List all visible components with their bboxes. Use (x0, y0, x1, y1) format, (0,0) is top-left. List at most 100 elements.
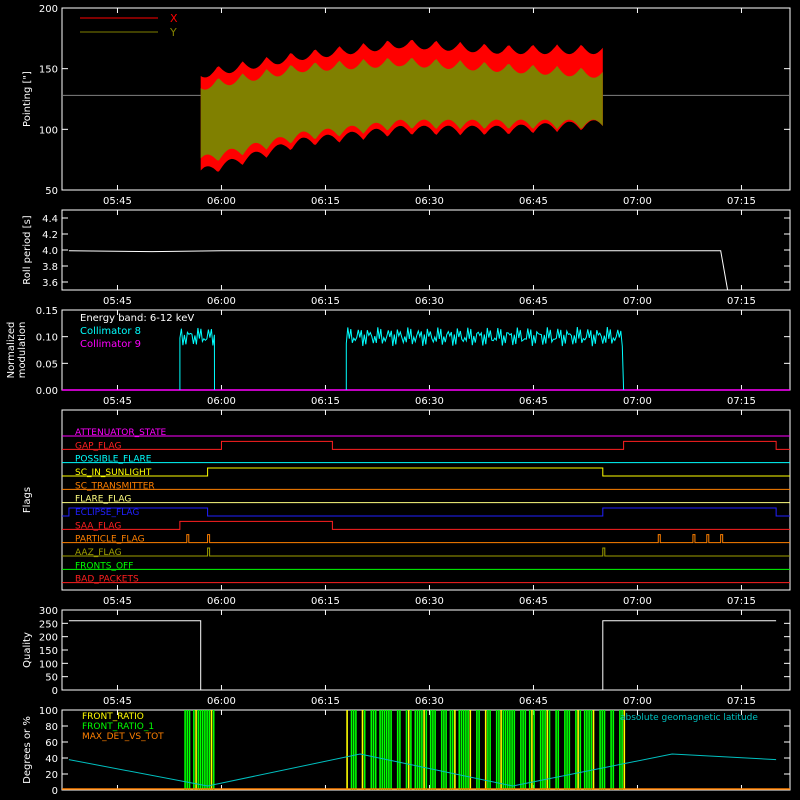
y-tick-label: 0.05 (36, 359, 58, 370)
y-tick-label: 4.2 (42, 230, 58, 241)
x-tick-label: 07:15 (727, 196, 756, 207)
x-tick-label: 06:00 (207, 296, 236, 307)
front-ratio-bar (449, 710, 452, 790)
front-ratio-bar (379, 710, 381, 790)
front-ratio-bar (383, 710, 386, 790)
front-ratio-bar (469, 710, 472, 790)
y-axis-label: Flags (22, 487, 33, 513)
y-axis-label: Quality (22, 632, 33, 668)
front-ratio-bar (451, 710, 454, 790)
front-ratio-bar (460, 710, 463, 790)
y-axis-label: modulation (17, 322, 28, 379)
y-tick-label: 0.15 (36, 306, 58, 317)
front-ratio-bar (363, 710, 366, 790)
front-ratio-bar (462, 710, 465, 790)
front-ratio-bar (555, 710, 557, 790)
front-ratio-bar (592, 710, 595, 790)
y-tick-label: 4.0 (42, 246, 58, 257)
x-tick-label: 06:00 (207, 396, 236, 407)
front-ratio-bar (423, 710, 425, 790)
x-tick-label: 07:00 (623, 596, 652, 607)
front-ratio-bar (208, 710, 211, 790)
x-tick-label: 05:45 (103, 196, 132, 207)
front-ratio-bar (410, 710, 412, 790)
y-tick-label: 0 (52, 786, 58, 797)
x-tick-label: 06:45 (519, 596, 548, 607)
collimator8-segment (179, 327, 215, 391)
front-ratio-bar (355, 710, 357, 790)
front-ratio-bar (612, 710, 615, 790)
legend-collimator9: Collimator 9 (80, 339, 141, 350)
front-ratio-bar (531, 710, 533, 790)
y-tick-label: 3.6 (42, 278, 58, 289)
front-ratio-bar (599, 710, 601, 790)
front-ratio-bar (544, 710, 546, 790)
front-ratio-bar (210, 710, 213, 790)
front-ratio-bar (509, 710, 511, 790)
front-ratio-bar (443, 710, 445, 790)
y-tick-label: 200 (39, 633, 58, 644)
front-ratio-bar (193, 710, 195, 790)
y-tick-label: 40 (45, 754, 58, 765)
front-ratio-bar (467, 710, 469, 790)
front-ratio-bar (610, 710, 612, 790)
front-ratio-bar (568, 710, 571, 790)
y-tick-label: 250 (39, 619, 58, 630)
front-ratio-bar (212, 710, 215, 790)
y-tick-label: 100 (39, 706, 58, 717)
y-tick-label: 50 (45, 186, 58, 197)
x-tick-label: 06:15 (311, 696, 340, 707)
flag-line (62, 534, 790, 544)
front-ratio-bar (522, 710, 524, 790)
panel-frame (61, 209, 791, 291)
y-axis-label: Degrees or % (22, 716, 33, 784)
front-ratio-bar (579, 710, 582, 790)
front-ratio-bar (399, 710, 401, 790)
x-tick-label: 06:30 (415, 696, 444, 707)
front-ratio-bar (484, 710, 487, 790)
flag-line (62, 520, 790, 530)
y-tick-label: 60 (45, 738, 58, 749)
flag-line (62, 467, 790, 477)
front-ratio-bar (204, 710, 206, 790)
x-tick-label: 06:45 (519, 396, 548, 407)
front-ratio-bar (418, 710, 421, 790)
y-tick-label: 150 (39, 65, 58, 76)
front-ratio-bar (506, 710, 509, 790)
latitude-annotation: absolute geomagnetic latitude (620, 713, 758, 723)
front-ratio-bar (588, 710, 590, 790)
front-ratio-bar (432, 710, 434, 790)
x-tick-label: 07:15 (727, 596, 756, 607)
y-tick-label: 150 (39, 646, 58, 657)
front-ratio-bar (425, 710, 428, 790)
y-tick-label: 0.10 (36, 333, 58, 344)
y-tick-label: 0 (52, 686, 58, 697)
front-ratio-bar (454, 710, 456, 790)
front-ratio-bar (385, 710, 388, 790)
front-ratio-bar (374, 710, 377, 790)
front-ratio-bar (188, 710, 191, 790)
front-ratio-bar (546, 710, 549, 790)
front-ratio-bar (458, 710, 461, 790)
x-tick-label: 05:45 (103, 596, 132, 607)
legend-collimator8: Collimator 8 (80, 326, 141, 337)
front-ratio-bar (566, 710, 568, 790)
y-tick-label: 50 (45, 673, 58, 684)
x-tick-label: 06:30 (415, 196, 444, 207)
x-tick-label: 07:15 (727, 696, 756, 707)
x-tick-label: 06:30 (415, 296, 444, 307)
front-ratio-bar (414, 710, 417, 790)
front-ratio-bar (186, 710, 189, 790)
front-ratio-bar (528, 710, 531, 790)
y-tick-label: 3.8 (42, 262, 58, 273)
front-ratio-bar (583, 710, 586, 790)
front-ratio-bar (361, 710, 364, 790)
front-ratio-bar (407, 710, 410, 790)
panel-frame (61, 609, 791, 691)
flag-line (62, 507, 790, 517)
legend-front-ratio: FRONT_RATIO (82, 712, 144, 722)
y-tick-label: 100 (39, 125, 58, 136)
x-tick-label: 06:15 (311, 296, 340, 307)
flag-line (62, 440, 790, 450)
y-tick-label: 200 (39, 4, 58, 15)
